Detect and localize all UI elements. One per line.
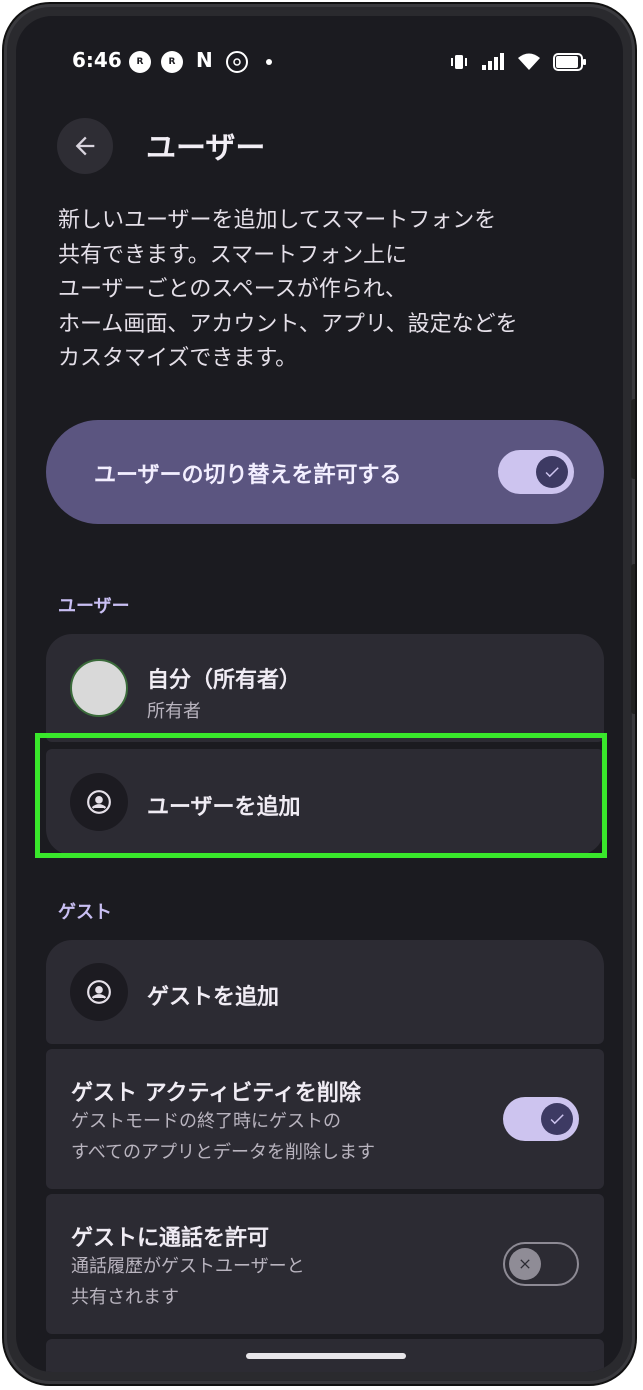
page-title: ユーザー [146, 131, 266, 166]
check-icon [536, 456, 568, 488]
add-guest-button[interactable]: ゲストを追加 [46, 940, 604, 1044]
allow-user-switching-label: ユーザーの切り替えを許可する [94, 463, 402, 488]
rakuten-notification-icon: R [129, 51, 151, 73]
home-indicator[interactable] [246, 1353, 406, 1359]
delete-guest-activity-subtitle: ゲストモードの終了時にゲストの すべてのアプリとデータを削除します [71, 1111, 376, 1163]
power-button [631, 564, 635, 714]
screen: 6:46 R R N ユーザー 新しいユーザーを追加してスマートフォンを 共有で… [16, 16, 623, 1372]
rakuten-notification-icon-2: R [161, 51, 183, 73]
delete-guest-activity-title: ゲスト アクティビティを削除 [71, 1081, 361, 1106]
allow-guest-calls-subtitle: 通話履歴がゲストユーザーと 共有されます [71, 1256, 305, 1308]
delete-guest-activity-item[interactable]: ゲスト アクティビティを削除 ゲストモードの終了時にゲストの すべてのアプリとデ… [46, 1049, 604, 1189]
n-notification-icon: N [196, 48, 213, 72]
owner-avatar [70, 659, 128, 717]
more-notifications-icon [266, 59, 272, 65]
add-guest-avatar [70, 963, 128, 1021]
status-bar: 6:46 R R N [16, 46, 623, 82]
signal-icon [482, 53, 504, 70]
status-right-icons [449, 52, 587, 72]
owner-role: 所有者 [147, 701, 201, 722]
delete-guest-activity-switch[interactable] [503, 1097, 579, 1141]
phone-frame: 6:46 R R N ユーザー 新しいユーザーを追加してスマートフォンを 共有で… [4, 4, 635, 1384]
account-circle-icon [87, 980, 111, 1004]
volume-button [631, 399, 635, 479]
owner-user-item[interactable]: 自分（所有者） 所有者 [46, 634, 604, 742]
highlight-box [35, 733, 607, 858]
page-description: 新しいユーザーを追加してスマートフォンを 共有できます。スマートフォン上に ユー… [58, 208, 518, 371]
allow-guest-calls-item[interactable]: ゲストに通話を許可 通話履歴がゲストユーザーと 共有されます [46, 1194, 604, 1334]
add-guest-label: ゲストを追加 [147, 985, 280, 1010]
allow-user-switching-toggle[interactable]: ユーザーの切り替えを許可する [46, 420, 604, 524]
vibrate-icon [451, 55, 467, 69]
status-time: 6:46 [72, 48, 122, 72]
close-icon [509, 1248, 541, 1280]
allow-guest-calls-switch[interactable] [503, 1242, 579, 1286]
users-section-label: ユーザー [58, 596, 130, 617]
battery-icon [553, 53, 586, 71]
app-notification-icon [226, 51, 248, 73]
allow-user-switching-switch[interactable] [498, 450, 574, 494]
owner-name: 自分（所有者） [147, 668, 302, 693]
wifi-icon [518, 53, 540, 70]
check-icon [541, 1103, 573, 1135]
allow-guest-calls-title: ゲストに通話を許可 [71, 1226, 270, 1251]
back-button[interactable] [57, 118, 113, 174]
guest-section-label: ゲスト [58, 902, 112, 923]
arrow-left-icon [75, 136, 95, 156]
